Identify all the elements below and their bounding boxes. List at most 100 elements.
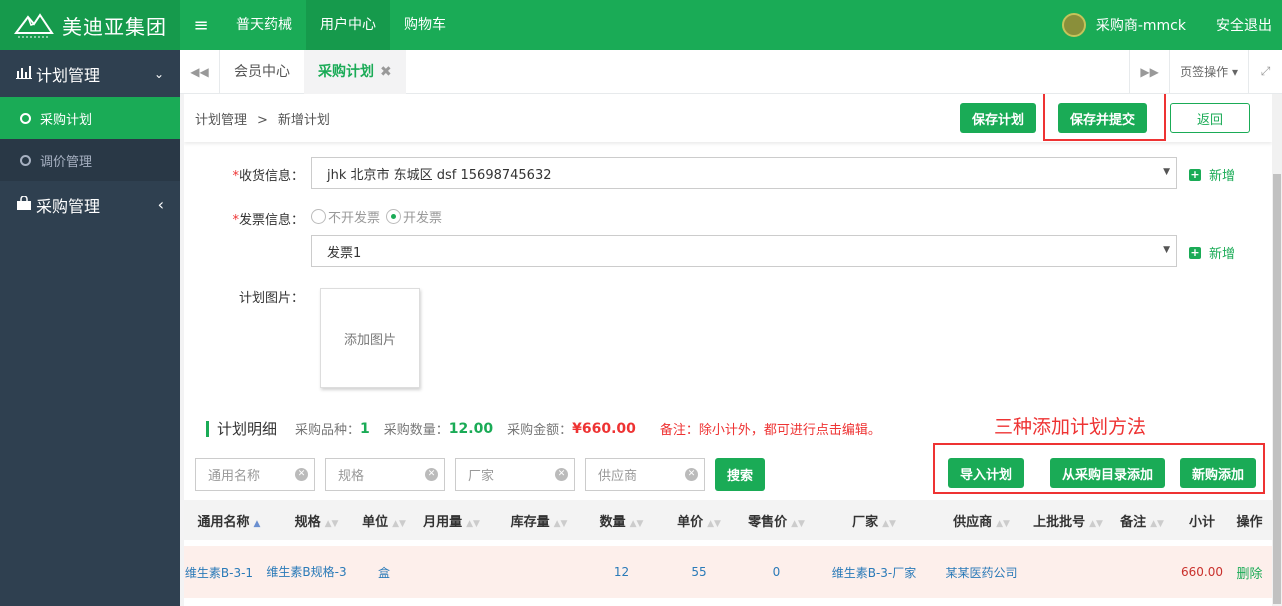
column-header[interactable]: 单位 ▲▼ <box>359 511 409 530</box>
bar-chart-icon <box>16 65 32 83</box>
radio-circle <box>311 209 326 224</box>
main-content: 计划管理 > 新增计划 保存计划 保存并提交 返回 *收货信息： jhk 北京市 东… <box>184 94 1272 606</box>
add-label: 新增 <box>1209 169 1236 184</box>
sort-icon: ▲▼ <box>324 518 339 529</box>
clear-icon[interactable]: ✕ <box>685 468 698 481</box>
column-header[interactable]: 规格 ▲▼ <box>274 511 359 530</box>
column-label: 厂家 <box>852 514 879 530</box>
cell-supplier[interactable]: 某某医药公司 <box>934 564 1029 581</box>
radio-no-invoice[interactable]: 不开发票 <box>311 207 380 226</box>
clear-icon[interactable]: ✕ <box>555 468 568 481</box>
column-header[interactable]: 上批批号 ▲▼ <box>1029 511 1107 530</box>
sidebar-item-price-adjust[interactable]: 调价管理 <box>0 139 180 181</box>
cell-spec[interactable]: 维生素B规格-3 <box>254 564 359 580</box>
plus-icon: + <box>1189 167 1201 181</box>
nav-item-cart[interactable]: 购物车 <box>390 0 460 50</box>
nav-item-user-center[interactable]: 用户中心 <box>306 0 390 50</box>
user-name[interactable]: 采购商-mmck <box>1096 15 1186 35</box>
tab-bar-right: ▶▶ 页签操作 ▾ ⤢ <box>1129 49 1282 94</box>
sort-icon: ▲▼ <box>629 518 644 529</box>
column-header[interactable]: 厂家 ▲▼ <box>814 511 934 530</box>
table-row: 维生素B-3-1 维生素B规格-3 盒 12 55 0 维生素B-3-厂家 某某… <box>184 546 1272 598</box>
add-receive-link[interactable]: + 新增 <box>1189 165 1235 184</box>
top-bar: 美迪亚集团 ≡ 普天药械 用户中心 购物车 采购商-mmck 安全退出 <box>0 0 1282 50</box>
back-button[interactable]: 返回 <box>1170 103 1250 133</box>
search-spec-input[interactable]: 规格 ✕ <box>325 458 445 491</box>
logout-link[interactable]: 安全退出 <box>1216 15 1272 35</box>
column-label: 零售价 <box>748 514 788 530</box>
nav-item-putian[interactable]: 普天药械 <box>222 0 306 50</box>
sort-icon: ▲▼ <box>1089 518 1103 529</box>
tab-purchase-plan[interactable]: 采购计划 ✖ <box>304 49 406 94</box>
cell-unit[interactable]: 盒 <box>359 564 409 581</box>
cell-retail[interactable]: 0 <box>739 565 814 579</box>
chevron-down-icon: ⌄ <box>153 66 164 81</box>
scrollbar-thumb[interactable] <box>1273 174 1281 604</box>
circle-icon <box>20 112 31 124</box>
invoice-label: *发票信息： <box>184 209 304 228</box>
column-header[interactable]: 供应商 ▲▼ <box>934 511 1029 530</box>
sidebar-group-purchase[interactable]: 采购管理 ‹ <box>0 181 180 228</box>
cell-maker[interactable]: 维生素B-3-厂家 <box>814 564 934 581</box>
sidebar-group-label: 计划管理 <box>36 65 101 85</box>
content-scrollbar[interactable] <box>1272 94 1282 606</box>
save-plan-button[interactable]: 保存计划 <box>960 103 1037 133</box>
column-header[interactable]: 库存量 ▲▼ <box>494 511 584 530</box>
fullscreen-icon[interactable]: ⤢ <box>1248 49 1282 94</box>
radio-circle <box>386 209 402 224</box>
kinds-label: 采购品种： <box>295 423 361 438</box>
close-icon[interactable]: ✖ <box>380 64 392 80</box>
detail-header: 计划明细 采购品种： 1 采购数量： 12.00 采购金额： ¥660.00 备注：除… <box>206 418 881 439</box>
column-header[interactable]: 月用量 ▲▼ <box>409 511 494 530</box>
sidebar-group-plan[interactable]: 计划管理 ⌄ <box>0 50 180 97</box>
column-label: 供应商 <box>953 514 993 530</box>
breadcrumb-item[interactable]: 计划管理 <box>195 113 247 128</box>
placeholder: 供应商 <box>598 469 638 484</box>
column-header[interactable]: 单价 ▲▼ <box>659 511 739 530</box>
column-header[interactable]: 备注 ▲▼ <box>1107 511 1177 530</box>
column-label: 库存量 <box>510 514 550 530</box>
tab-member-center[interactable]: 会员中心 <box>220 50 304 94</box>
invoice-radio-group: 不开发票 开发票 <box>311 207 448 226</box>
logo[interactable]: 美迪亚集团 <box>0 0 180 50</box>
radio-label: 开发票 <box>403 211 443 226</box>
add-invoice-link[interactable]: + 新增 <box>1189 243 1235 262</box>
cell-price[interactable]: 55 <box>659 565 739 579</box>
search-supplier-input[interactable]: 供应商 ✕ <box>585 458 705 491</box>
sidebar: 计划管理 ⌄ 采购计划 调价管理 采购管理 ‹ <box>0 50 180 606</box>
receive-select[interactable]: jhk 北京市 东城区 dsf 15698745632 ▼ <box>311 157 1177 189</box>
tab-scroll-left-icon[interactable]: ◀◀ <box>180 49 220 94</box>
column-header: 小计 <box>1177 511 1227 530</box>
column-header[interactable]: 零售价 ▲▼ <box>739 511 814 530</box>
add-image-button[interactable]: 添加图片 <box>320 288 420 388</box>
user-area: 采购商-mmck 安全退出 <box>1061 13 1282 37</box>
amount-label: 采购金额： <box>507 423 573 438</box>
column-label: 上批批号 <box>1033 514 1086 530</box>
sort-icon: ▲▼ <box>791 518 805 529</box>
caret-down-icon: ▼ <box>1163 245 1170 255</box>
invoice-select[interactable]: 发票1 ▼ <box>311 235 1177 267</box>
clear-icon[interactable]: ✕ <box>295 468 308 481</box>
placeholder: 厂家 <box>468 469 495 484</box>
clear-icon[interactable]: ✕ <box>425 468 438 481</box>
search-generic-name-input[interactable]: 通用名称 ✕ <box>195 458 315 491</box>
sidebar-group-label: 采购管理 <box>36 196 101 216</box>
sidebar-item-purchase-plan[interactable]: 采购计划 <box>0 97 180 139</box>
search-maker-input[interactable]: 厂家 ✕ <box>455 458 575 491</box>
add-image-label: 添加图片 <box>343 332 396 348</box>
delete-link[interactable]: 删除 <box>1227 563 1272 582</box>
cell-qty[interactable]: 12 <box>584 565 659 579</box>
avatar[interactable] <box>1061 13 1086 37</box>
column-header[interactable]: 通用名称 ▲ <box>184 511 274 530</box>
receive-select-value: jhk 北京市 东城区 dsf 15698745632 <box>327 167 552 183</box>
column-label: 单价 <box>677 514 704 530</box>
tab-scroll-right-icon[interactable]: ▶▶ <box>1129 49 1169 94</box>
column-header[interactable]: 数量 ▲▼ <box>584 511 659 530</box>
sort-icon: ▲▼ <box>882 518 896 529</box>
menu-toggle-icon[interactable]: ≡ <box>180 0 222 50</box>
radio-invoice[interactable]: 开发票 <box>386 207 442 226</box>
sort-icon: ▲▼ <box>1150 518 1164 529</box>
search-button[interactable]: 搜索 <box>715 458 766 491</box>
page-ops-dropdown[interactable]: 页签操作 ▾ <box>1169 49 1248 94</box>
cell-name[interactable]: 维生素B-3-1 <box>184 564 254 581</box>
